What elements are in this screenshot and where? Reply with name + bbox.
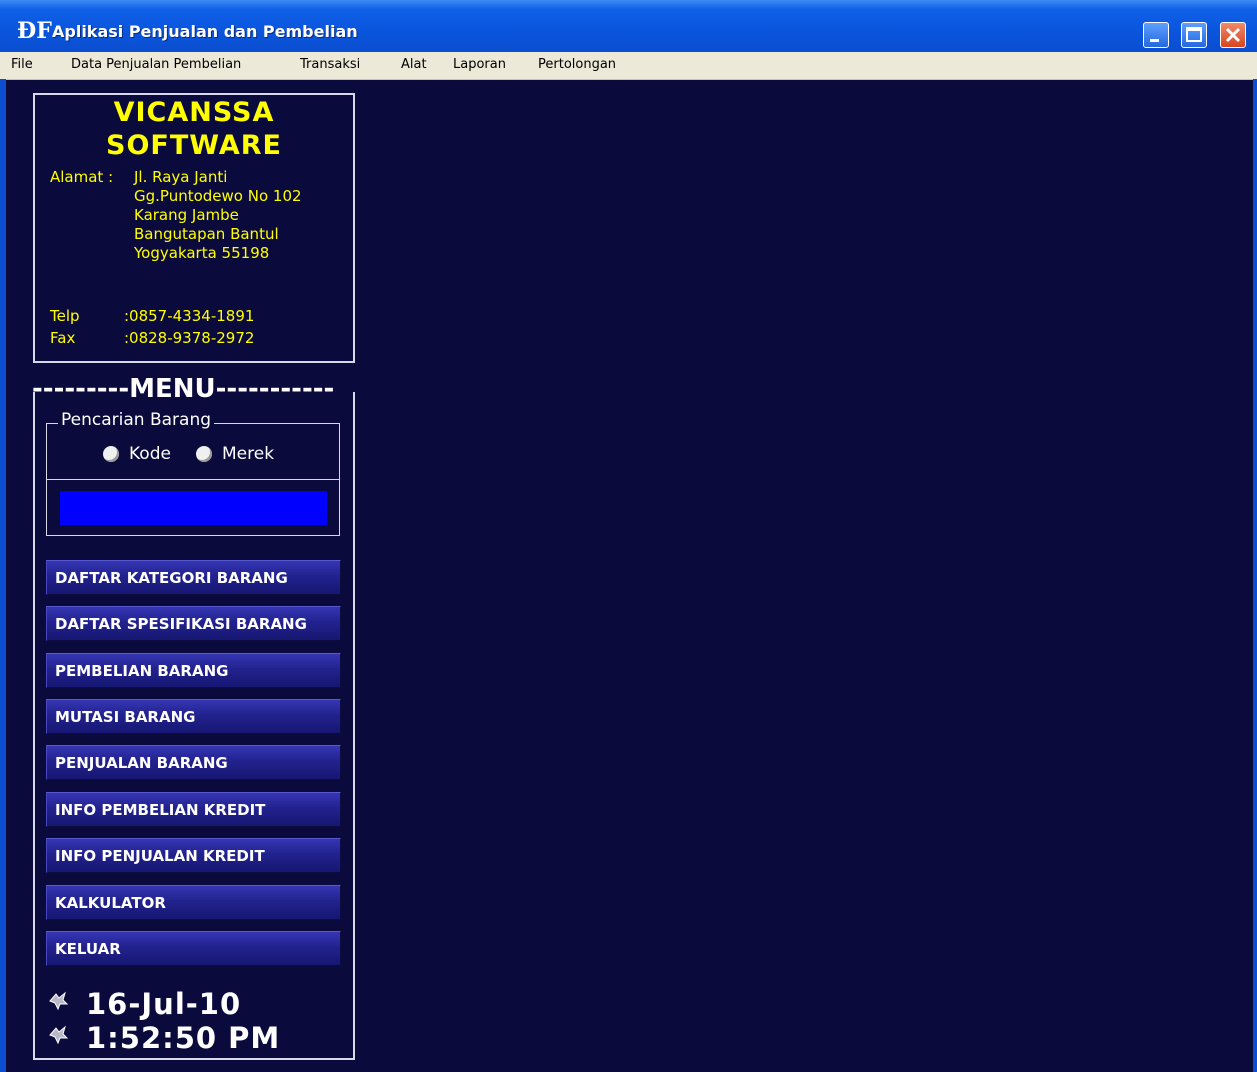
kalkulator-button[interactable]: KALKULATOR [46,885,341,920]
pembelian-barang-label: PEMBELIAN BARANG [55,661,229,680]
info-pembelian-kredit-button[interactable]: INFO PEMBELIAN KREDIT [46,792,341,827]
window-frame-left [0,79,6,1072]
minimize-icon [1150,39,1159,42]
clock-icon [49,1025,69,1045]
search-legend: Pencarian Barang [58,410,215,430]
current-time: 1:52:50 PM [86,1021,281,1055]
radio-kode[interactable] [103,446,119,462]
mutasi-barang-button[interactable]: MUTASI BARANG [46,699,341,734]
keluar-label: KELUAR [55,939,121,958]
address-line-5: Yogyakarta 55198 [134,244,270,262]
window-title: Aplikasi Penjualan dan Pembelian [52,22,358,41]
daftar-spesifikasi-barang-button[interactable]: DAFTAR SPESIFIKASI BARANG [46,606,341,641]
close-button[interactable] [1220,22,1246,48]
daftar-kategori-barang-label: DAFTAR KATEGORI BARANG [55,568,288,587]
menu-bar: File Data Penjualan Pembelian Transaksi … [0,52,1257,80]
company-name-line1: VICANSSA [113,97,275,128]
menu-transaksi[interactable]: Transaksi [300,57,360,72]
menu-heading: ---------MENU----------- [32,374,335,404]
title-bar: ÐF Aplikasi Penjualan dan Pembelian [0,0,1257,52]
menu-alat[interactable]: Alat [401,57,427,72]
penjualan-barang-label: PENJUALAN BARANG [55,753,228,772]
menu-data-penjualan-pembelian[interactable]: Data Penjualan Pembelian [71,57,241,72]
address-line-3: Karang Jambe [134,206,239,224]
info-pembelian-kredit-label: INFO PEMBELIAN KREDIT [55,800,266,819]
info-penjualan-kredit-label: INFO PENJUALAN KREDIT [55,846,265,865]
penjualan-barang-button[interactable]: PENJUALAN BARANG [46,745,341,780]
address-line-1: Jl. Raya Janti [134,168,228,186]
company-name-line2: SOFTWARE [106,130,282,161]
kalkulator-label: KALKULATOR [55,893,166,912]
search-divider [47,479,339,480]
address-line-4: Bangutapan Bantul [134,225,279,243]
menu-file[interactable]: File [11,57,33,72]
telp-value: :0857-4334-1891 [124,307,255,325]
daftar-spesifikasi-barang-label: DAFTAR SPESIFIKASI BARANG [55,614,307,633]
radio-merek-label[interactable]: Merek [222,444,274,464]
address-label: Alamat : [50,168,114,186]
app-icon: ÐF [17,18,52,44]
menu-laporan[interactable]: Laporan [453,57,506,72]
fax-value: :0828-9378-2972 [124,329,255,347]
keluar-button[interactable]: KELUAR [46,931,341,966]
telp-label: Telp [50,307,80,325]
info-penjualan-kredit-button[interactable]: INFO PENJUALAN KREDIT [46,838,341,873]
current-date: 16-Jul-10 [86,987,242,1021]
maximize-icon [1186,27,1202,42]
radio-kode-label[interactable]: Kode [129,444,171,464]
close-icon [1225,27,1241,43]
menu-pertolongan[interactable]: Pertolongan [538,57,616,72]
daftar-kategori-barang-button[interactable]: DAFTAR KATEGORI BARANG [46,560,341,595]
company-info-panel: VICANSSA SOFTWARE Alamat : Jl. Raya Jant… [33,93,355,363]
mutasi-barang-label: MUTASI BARANG [55,707,196,726]
maximize-button[interactable] [1181,22,1207,48]
search-input[interactable] [60,491,327,525]
minimize-button[interactable] [1143,22,1169,48]
radio-merek[interactable] [196,446,212,462]
pembelian-barang-button[interactable]: PEMBELIAN BARANG [46,653,341,688]
address-line-2: Gg.Puntodewo No 102 [134,187,302,205]
fax-label: Fax [50,329,76,347]
calendar-icon [49,991,69,1011]
window-frame-right [1253,79,1257,1072]
